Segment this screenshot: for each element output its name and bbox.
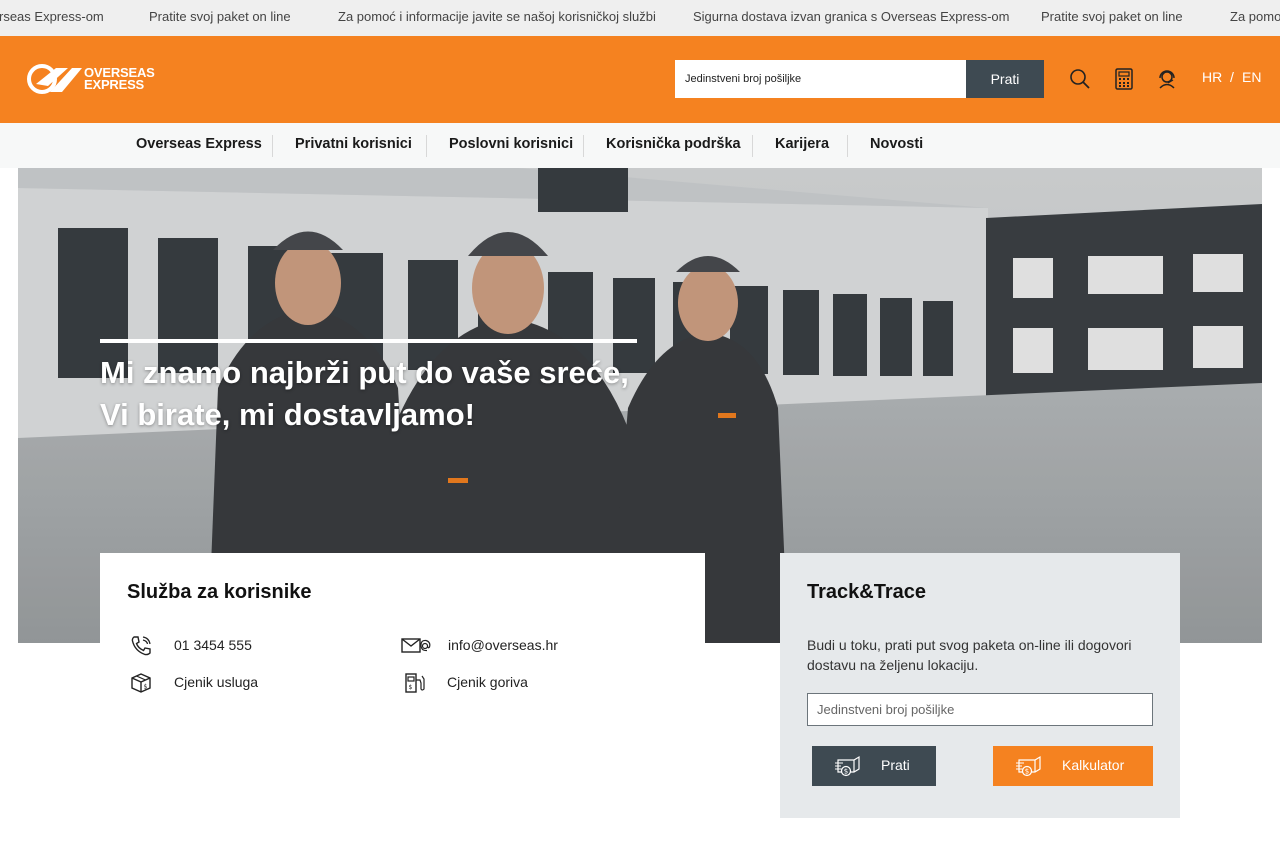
nav-divider bbox=[426, 135, 427, 157]
track-and-trace-card: Track&Trace Budi u toku, prati put svog … bbox=[780, 553, 1180, 818]
lang-hr-link[interactable]: HR bbox=[1202, 69, 1222, 85]
envelope-at-icon bbox=[401, 638, 431, 653]
track-and-trace-title: Track&Trace bbox=[807, 581, 926, 603]
track-button-label: Prati bbox=[881, 757, 910, 773]
nav-divider bbox=[272, 135, 273, 157]
headset-icon[interactable] bbox=[1156, 68, 1178, 90]
nav-item-overseas-express[interactable]: Overseas Express bbox=[136, 136, 262, 152]
nav-item-support[interactable]: Korisnička podrška bbox=[606, 136, 741, 152]
email-address: info@overseas.hr bbox=[448, 637, 558, 653]
track-description: Budi u toku, prati put svog paketa on-li… bbox=[807, 637, 1132, 673]
nav-divider bbox=[752, 135, 753, 157]
nav-divider bbox=[847, 135, 848, 157]
ticker-item: Pratite svoj paket on line bbox=[149, 9, 291, 24]
track-button[interactable]: $ Prati bbox=[812, 746, 936, 786]
svg-text:$: $ bbox=[144, 684, 148, 691]
calculator-button-label: Kalkulator bbox=[1062, 757, 1125, 773]
ticker-item: Za pomoć i informacije javite se našoj k… bbox=[338, 9, 656, 24]
svg-text:$: $ bbox=[1025, 768, 1029, 776]
package-icon: $ bbox=[131, 673, 151, 693]
search-icon[interactable] bbox=[1069, 68, 1091, 90]
shipment-number-input[interactable] bbox=[807, 693, 1153, 726]
svg-text:$: $ bbox=[844, 768, 848, 776]
box-cash-icon: $ bbox=[835, 755, 860, 777]
phone-icon bbox=[131, 636, 151, 656]
nav-item-career[interactable]: Karijera bbox=[775, 136, 829, 152]
main-nav: Overseas Express Privatni korisnici Posl… bbox=[0, 123, 1280, 168]
fuel-pump-icon: $ bbox=[405, 673, 425, 693]
header-tracking-input[interactable] bbox=[675, 60, 966, 98]
calculator-button[interactable]: $ Kalkulator bbox=[993, 746, 1153, 786]
lang-separator: / bbox=[1230, 69, 1234, 85]
nav-divider bbox=[583, 135, 584, 157]
lang-en-link[interactable]: EN bbox=[1242, 69, 1261, 85]
box-cash-icon: $ bbox=[1016, 755, 1041, 777]
logo-wordmark: OVERSEAS EXPRESS bbox=[84, 65, 155, 92]
customer-service-card: Služba za korisnike 01 3454 555 info@ove… bbox=[100, 553, 705, 713]
site-header: OVERSEAS EXPRESS Prati HR / EN bbox=[0, 36, 1280, 123]
logo-mark-icon bbox=[27, 64, 82, 94]
nav-item-business[interactable]: Poslovni korisnici bbox=[449, 136, 573, 152]
nav-item-news[interactable]: Novosti bbox=[870, 136, 923, 152]
fuel-pricelist-label: Cjenik goriva bbox=[447, 674, 528, 690]
ticker-item: Pratite svoj paket on line bbox=[1041, 9, 1183, 24]
calculator-icon[interactable] bbox=[1113, 68, 1135, 90]
nav-item-private[interactable]: Privatni korisnici bbox=[295, 136, 412, 152]
customer-service-title: Služba za korisnike bbox=[127, 581, 312, 603]
hero-title-rule bbox=[100, 339, 637, 343]
hero-title: Mi znamo najbrži put do vaše sreće, Vi b… bbox=[100, 355, 629, 432]
ticker-item: Sigurna dostava izvan granica s Overseas… bbox=[693, 9, 1010, 24]
pricelist-label: Cjenik usluga bbox=[174, 674, 259, 690]
svg-text:$: $ bbox=[409, 684, 413, 691]
header-track-button[interactable]: Prati bbox=[966, 60, 1044, 98]
news-ticker: rseas Express-om Pratite svoj paket on l… bbox=[0, 0, 1280, 36]
ticker-item: rseas Express-om bbox=[0, 9, 104, 24]
phone-number: 01 3454 555 bbox=[174, 637, 252, 653]
ticker-item: Za pomo bbox=[1230, 9, 1280, 24]
overseas-logo[interactable]: OVERSEAS EXPRESS bbox=[26, 62, 158, 98]
